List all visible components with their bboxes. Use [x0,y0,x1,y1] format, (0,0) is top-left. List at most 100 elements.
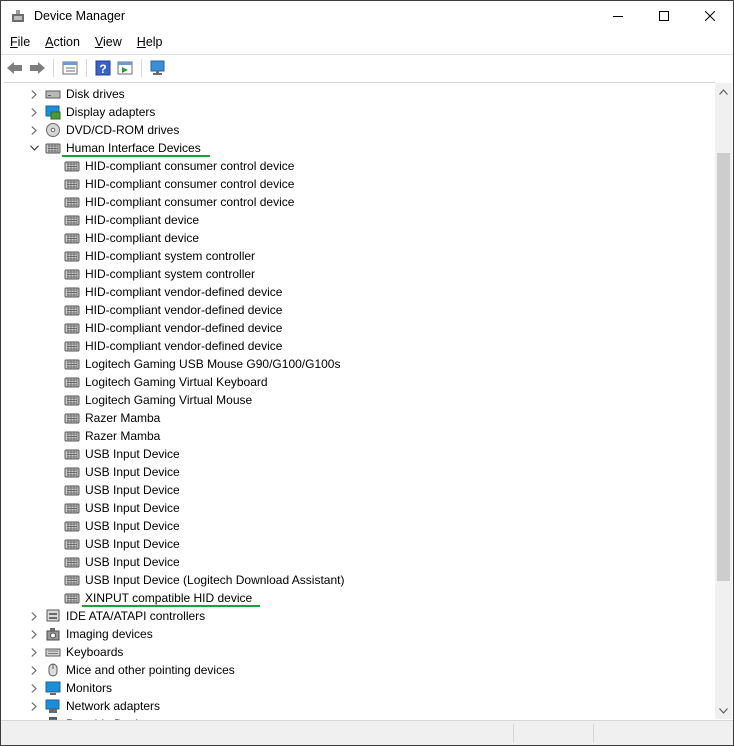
tree-category-expanded[interactable]: Human Interface Devices [4,139,714,157]
scroll-down-button[interactable] [715,702,732,719]
tree-item-label: HID-compliant vendor-defined device [85,339,283,353]
tree-category[interactable]: Monitors [4,679,714,697]
chevron-right-icon[interactable] [29,89,39,99]
tree-device[interactable]: Logitech Gaming USB Mouse G90/G100/G100s [4,355,714,373]
device-tree[interactable]: Disk drives Display adapters DVD/CD-ROM dr… [4,82,715,720]
chevron-right-icon[interactable] [29,629,39,639]
chevron-down-icon[interactable] [29,143,39,153]
hid-icon [64,410,80,426]
chevron-right-icon[interactable] [29,107,39,117]
tree-item-label: HID-compliant consumer control device [85,177,295,191]
menu-label-rest: ction [53,35,80,49]
tree-device[interactable]: USB Input Device [4,535,714,553]
tree-device[interactable]: XINPUT compatible HID device [4,589,714,607]
scan-hardware-button[interactable] [147,57,169,79]
hid-icon [64,482,80,498]
tree-device[interactable]: HID-compliant device [4,229,714,247]
menu-help[interactable]: Help [131,35,169,49]
vertical-scrollbar[interactable] [715,83,732,719]
tree-category[interactable]: Disk drives [4,85,714,103]
chevron-right-icon[interactable] [29,647,39,657]
tree-device[interactable]: USB Input Device [4,499,714,517]
tree-category[interactable]: Display adapters [4,103,714,121]
disk-drive-icon [45,86,61,102]
minimize-button[interactable] [595,1,641,31]
tree-device[interactable]: HID-compliant vendor-defined device [4,319,714,337]
tree-item-label: HID-compliant vendor-defined device [85,285,283,299]
tree-category[interactable]: Mice and other pointing devices [4,661,714,679]
help-icon: ? [95,60,111,76]
close-button[interactable] [687,1,733,31]
hid-icon [64,536,80,552]
hid-icon [64,158,80,174]
toolbar-separator [86,59,87,77]
tree-item-label: Logitech Gaming Virtual Mouse [85,393,253,407]
hid-icon [64,176,80,192]
hid-icon [64,212,80,228]
tree-device[interactable]: HID-compliant vendor-defined device [4,337,714,355]
menu-accelerator-letter: V [94,35,104,49]
tree-category[interactable]: Keyboards [4,643,714,661]
tree-device[interactable]: HID-compliant device [4,211,714,229]
display-adapter-icon [45,104,61,120]
tree-device[interactable]: HID-compliant vendor-defined device [4,283,714,301]
toolbar: ? [1,54,733,81]
action-pane-button[interactable] [114,57,136,79]
scroll-thumb[interactable] [717,153,730,581]
tree-device[interactable]: HID-compliant system controller [4,265,714,283]
tree-device[interactable]: Logitech Gaming Virtual Keyboard [4,373,714,391]
tree-item-label: USB Input Device [85,555,180,569]
chevron-right-icon[interactable] [29,611,39,621]
hid-icon [64,572,80,588]
tree-device[interactable]: Razer Mamba [4,427,714,445]
minimize-icon [613,16,623,17]
device-manager-icon [10,8,26,24]
tree-device[interactable]: USB Input Device [4,553,714,571]
chevron-right-icon[interactable] [29,125,39,135]
chevron-down-icon [719,707,728,714]
tree-item-label: HID-compliant consumer control device [85,159,295,173]
tree-device[interactable]: HID-compliant vendor-defined device [4,301,714,319]
hid-icon [45,140,61,156]
menu-file[interactable]: File [4,35,36,49]
tree-device[interactable]: HID-compliant consumer control device [4,193,714,211]
chevron-right-icon[interactable] [29,683,39,693]
tree-device[interactable]: USB Input Device [4,463,714,481]
menu-action[interactable]: Action [39,35,86,49]
tree-device[interactable]: HID-compliant consumer control device [4,157,714,175]
tree-device[interactable]: HID-compliant system controller [4,247,714,265]
mouse-icon [45,662,61,678]
tree-item-label: USB Input Device [85,483,180,497]
toolbar-separator [53,59,54,77]
hid-icon [64,464,80,480]
chevron-right-icon[interactable] [29,665,39,675]
tree-category[interactable]: Network adapters [4,697,714,715]
tree-device[interactable]: Razer Mamba [4,409,714,427]
tree-item-label: Monitors [66,681,113,695]
tree-item-label: Disk drives [66,87,125,101]
tree-category[interactable]: DVD/CD-ROM drives [4,121,714,139]
back-button[interactable] [4,57,26,79]
maximize-icon [659,11,669,21]
tree-item-label: Razer Mamba [85,429,161,443]
tree-device[interactable]: USB Input Device [4,517,714,535]
forward-icon [30,62,45,74]
forward-button[interactable] [26,57,48,79]
tree-device[interactable]: Logitech Gaming Virtual Mouse [4,391,714,409]
properties-list-button[interactable] [59,57,81,79]
maximize-button[interactable] [641,1,687,31]
tree-device[interactable]: USB Input Device [4,445,714,463]
tree-device[interactable]: HID-compliant consumer control device [4,175,714,193]
menu-accelerator-letter: H [136,35,146,49]
tree-category[interactable]: Imaging devices [4,625,714,643]
title-bar[interactable]: Device Manager [1,1,733,31]
hid-icon [64,194,80,210]
tree-device[interactable]: USB Input Device [4,481,714,499]
scroll-up-button[interactable] [715,83,732,100]
tree-category[interactable]: IDE ATA/ATAPI controllers [4,607,714,625]
tree-device[interactable]: USB Input Device (Logitech Download Assi… [4,571,714,589]
chevron-right-icon[interactable] [29,701,39,711]
help-button[interactable]: ? [92,57,114,79]
tree-item-label: Display adapters [66,105,156,119]
menu-view[interactable]: View [89,35,128,49]
